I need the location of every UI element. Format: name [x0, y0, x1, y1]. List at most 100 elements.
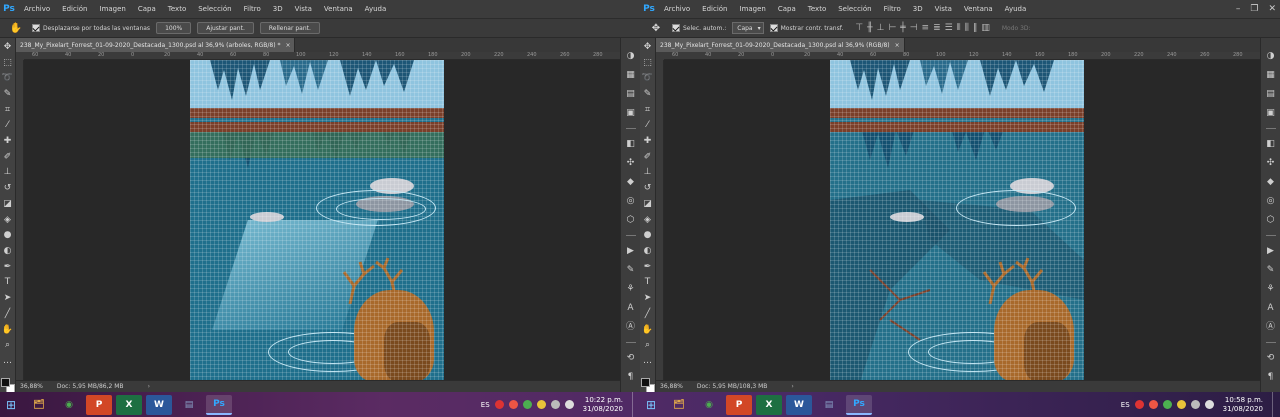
start-button-icon[interactable]: ⊞ [0, 392, 22, 417]
dodge-tool-icon[interactable]: ◐ [2, 246, 14, 257]
close-icon[interactable]: × [895, 42, 900, 49]
taskbar-photoshop-icon[interactable]: Ps [206, 394, 232, 415]
distribute-top-icon[interactable]: ≡ [922, 23, 930, 33]
foreground-color-swatch[interactable] [640, 377, 650, 387]
adjustments-panel-icon[interactable]: ◧ [625, 138, 637, 150]
language-indicator[interactable]: ES [481, 401, 490, 409]
distribute-center-icon[interactable]: ⫼ [965, 23, 969, 33]
close-icon[interactable]: ✕ [1268, 4, 1276, 14]
taskbar-explorer-icon[interactable]: 🗂 [666, 395, 692, 415]
zoom-level[interactable]: 36,88% [20, 383, 43, 390]
network-tray-icon[interactable] [550, 400, 560, 409]
menu-edicion[interactable]: Edición [696, 5, 733, 13]
pen-tool-icon[interactable]: ✒ [2, 262, 14, 273]
menu-archivo[interactable]: Archivo [18, 5, 56, 13]
swatches-panel-icon[interactable]: ▦ [625, 69, 637, 81]
antivirus-tray-icon[interactable] [494, 400, 504, 409]
canvas-area[interactable] [24, 60, 620, 380]
path-select-icon[interactable]: ➤ [642, 293, 654, 304]
move-tool-icon[interactable]: ✥ [646, 21, 666, 35]
taskbar-excel-icon[interactable]: X [116, 394, 142, 415]
swatches-panel-icon[interactable]: ▦ [1265, 69, 1277, 81]
align-right-icon[interactable]: ⊣ [910, 23, 918, 33]
taskbar-photoshop-icon[interactable]: Ps [846, 394, 872, 415]
brushes-panel-icon[interactable]: ✎ [1265, 264, 1277, 276]
distribute-bottom-icon[interactable]: ☰ [945, 23, 953, 33]
type-tool-icon[interactable]: T [2, 278, 14, 289]
layers-panel-icon[interactable]: ◆ [625, 176, 637, 188]
crop-tool-icon[interactable]: ⌗ [2, 105, 14, 116]
quick-select-tool-icon[interactable]: ✎ [2, 89, 14, 100]
volume-tray-icon[interactable] [1204, 400, 1214, 409]
zoom-level[interactable]: 36,88% [660, 383, 683, 390]
blur-tool-icon[interactable]: ● [2, 230, 14, 241]
auto-align-icon[interactable]: ▥ [981, 23, 990, 33]
taskbar-excel-icon[interactable]: X [756, 394, 782, 415]
paragraph-panel-icon[interactable]: ¶ [625, 371, 637, 383]
menu-vista[interactable]: Vista [289, 5, 318, 13]
antivirus-tray-icon[interactable] [1134, 400, 1144, 409]
healing-brush-icon[interactable]: ✚ [642, 136, 654, 147]
paragraph-panel-icon[interactable]: ¶ [1265, 371, 1277, 383]
show-desktop-button[interactable] [1272, 392, 1276, 417]
foreground-color-swatch[interactable] [0, 377, 10, 387]
menu-texto[interactable]: Texto [802, 5, 832, 13]
document-tab[interactable]: 238_My_Pixelart_Forrest_01-09-2020_Desta… [16, 38, 296, 52]
marquee-tool-icon[interactable]: ⬚ [642, 58, 654, 69]
close-icon[interactable]: × [285, 42, 290, 49]
taskbar-powerpoint-icon[interactable]: P [86, 394, 112, 415]
auto-select-checkbox[interactable] [672, 24, 680, 32]
document-size[interactable]: Doc: 5,95 MB/108,3 MB [697, 383, 767, 390]
taskbar-chrome-icon[interactable]: ◉ [696, 395, 722, 415]
hand-tool-icon[interactable]: ✋ [642, 325, 654, 336]
pixelart-canvas[interactable] [190, 60, 444, 380]
type-tool-icon[interactable]: T [642, 278, 654, 289]
menu-vista[interactable]: Vista [929, 5, 958, 13]
color-panel-icon[interactable]: ◑ [1265, 50, 1277, 62]
color-swatches[interactable] [640, 377, 655, 392]
menu-imagen[interactable]: Imagen [734, 5, 772, 13]
chevron-right-icon[interactable]: › [791, 383, 793, 390]
color-swatches[interactable] [0, 377, 15, 392]
menu-ayuda[interactable]: Ayuda [359, 5, 393, 13]
update-tray-icon[interactable] [1176, 400, 1186, 409]
distribute-middle-icon[interactable]: ≣ [933, 23, 941, 33]
align-top-icon[interactable]: ⊤ [855, 23, 863, 33]
clone-source-panel-icon[interactable]: ⚘ [1265, 283, 1277, 295]
fill-screen-button[interactable]: Rellenar pant. [259, 22, 320, 34]
patterns-panel-icon[interactable]: ▣ [1265, 107, 1277, 119]
taskbar-word-icon[interactable]: W [786, 394, 812, 415]
menu-ventana[interactable]: Ventana [958, 5, 999, 13]
styles-panel-icon[interactable]: ✣ [625, 157, 637, 169]
align-middle-icon[interactable]: ╫ [867, 23, 872, 33]
menu-3d[interactable]: 3D [907, 5, 929, 13]
menu-3d[interactable]: 3D [267, 5, 289, 13]
move-tool-icon[interactable]: ✥ [2, 42, 14, 53]
styles-panel-icon[interactable]: ✣ [1265, 157, 1277, 169]
zoom-100-button[interactable]: 100% [156, 22, 192, 34]
history-panel-icon[interactable]: ⟲ [1265, 352, 1277, 364]
eraser-tool-icon[interactable]: ◪ [2, 199, 14, 210]
chrome-tray-icon[interactable] [1162, 400, 1172, 409]
paragraph-style-icon[interactable]: Ⓐ [1265, 321, 1277, 333]
taskbar-word-icon[interactable]: W [146, 394, 172, 415]
line-tool-icon[interactable]: ╱ [2, 309, 14, 320]
actions-panel-icon[interactable]: ▶ [625, 245, 637, 257]
minimize-icon[interactable]: – [1236, 4, 1241, 14]
clone-source-panel-icon[interactable]: ⚘ [625, 283, 637, 295]
lasso-tool-icon[interactable]: ➰ [2, 73, 14, 84]
more-tools-icon[interactable]: … [2, 356, 14, 367]
show-transform-option[interactable]: Mostrar contr. transf. [769, 24, 843, 32]
paths-panel-icon[interactable]: ⬡ [625, 214, 637, 226]
eyedropper-tool-icon[interactable]: ⁄ [2, 121, 14, 132]
menu-capa[interactable]: Capa [772, 5, 802, 13]
history-brush-icon[interactable]: ↺ [642, 183, 654, 194]
menu-ventana[interactable]: Ventana [318, 5, 359, 13]
align-bottom-icon[interactable]: ⊥ [877, 23, 885, 33]
color-panel-icon[interactable]: ◑ [625, 50, 637, 62]
taskbar-explorer-icon[interactable]: 🗂 [26, 395, 52, 415]
menu-filtro[interactable]: Filtro [238, 5, 267, 13]
gradient-panel-icon[interactable]: ▤ [625, 88, 637, 100]
bucket-tool-icon[interactable]: ◈ [642, 215, 654, 226]
chrome-tray-icon[interactable] [522, 400, 532, 409]
